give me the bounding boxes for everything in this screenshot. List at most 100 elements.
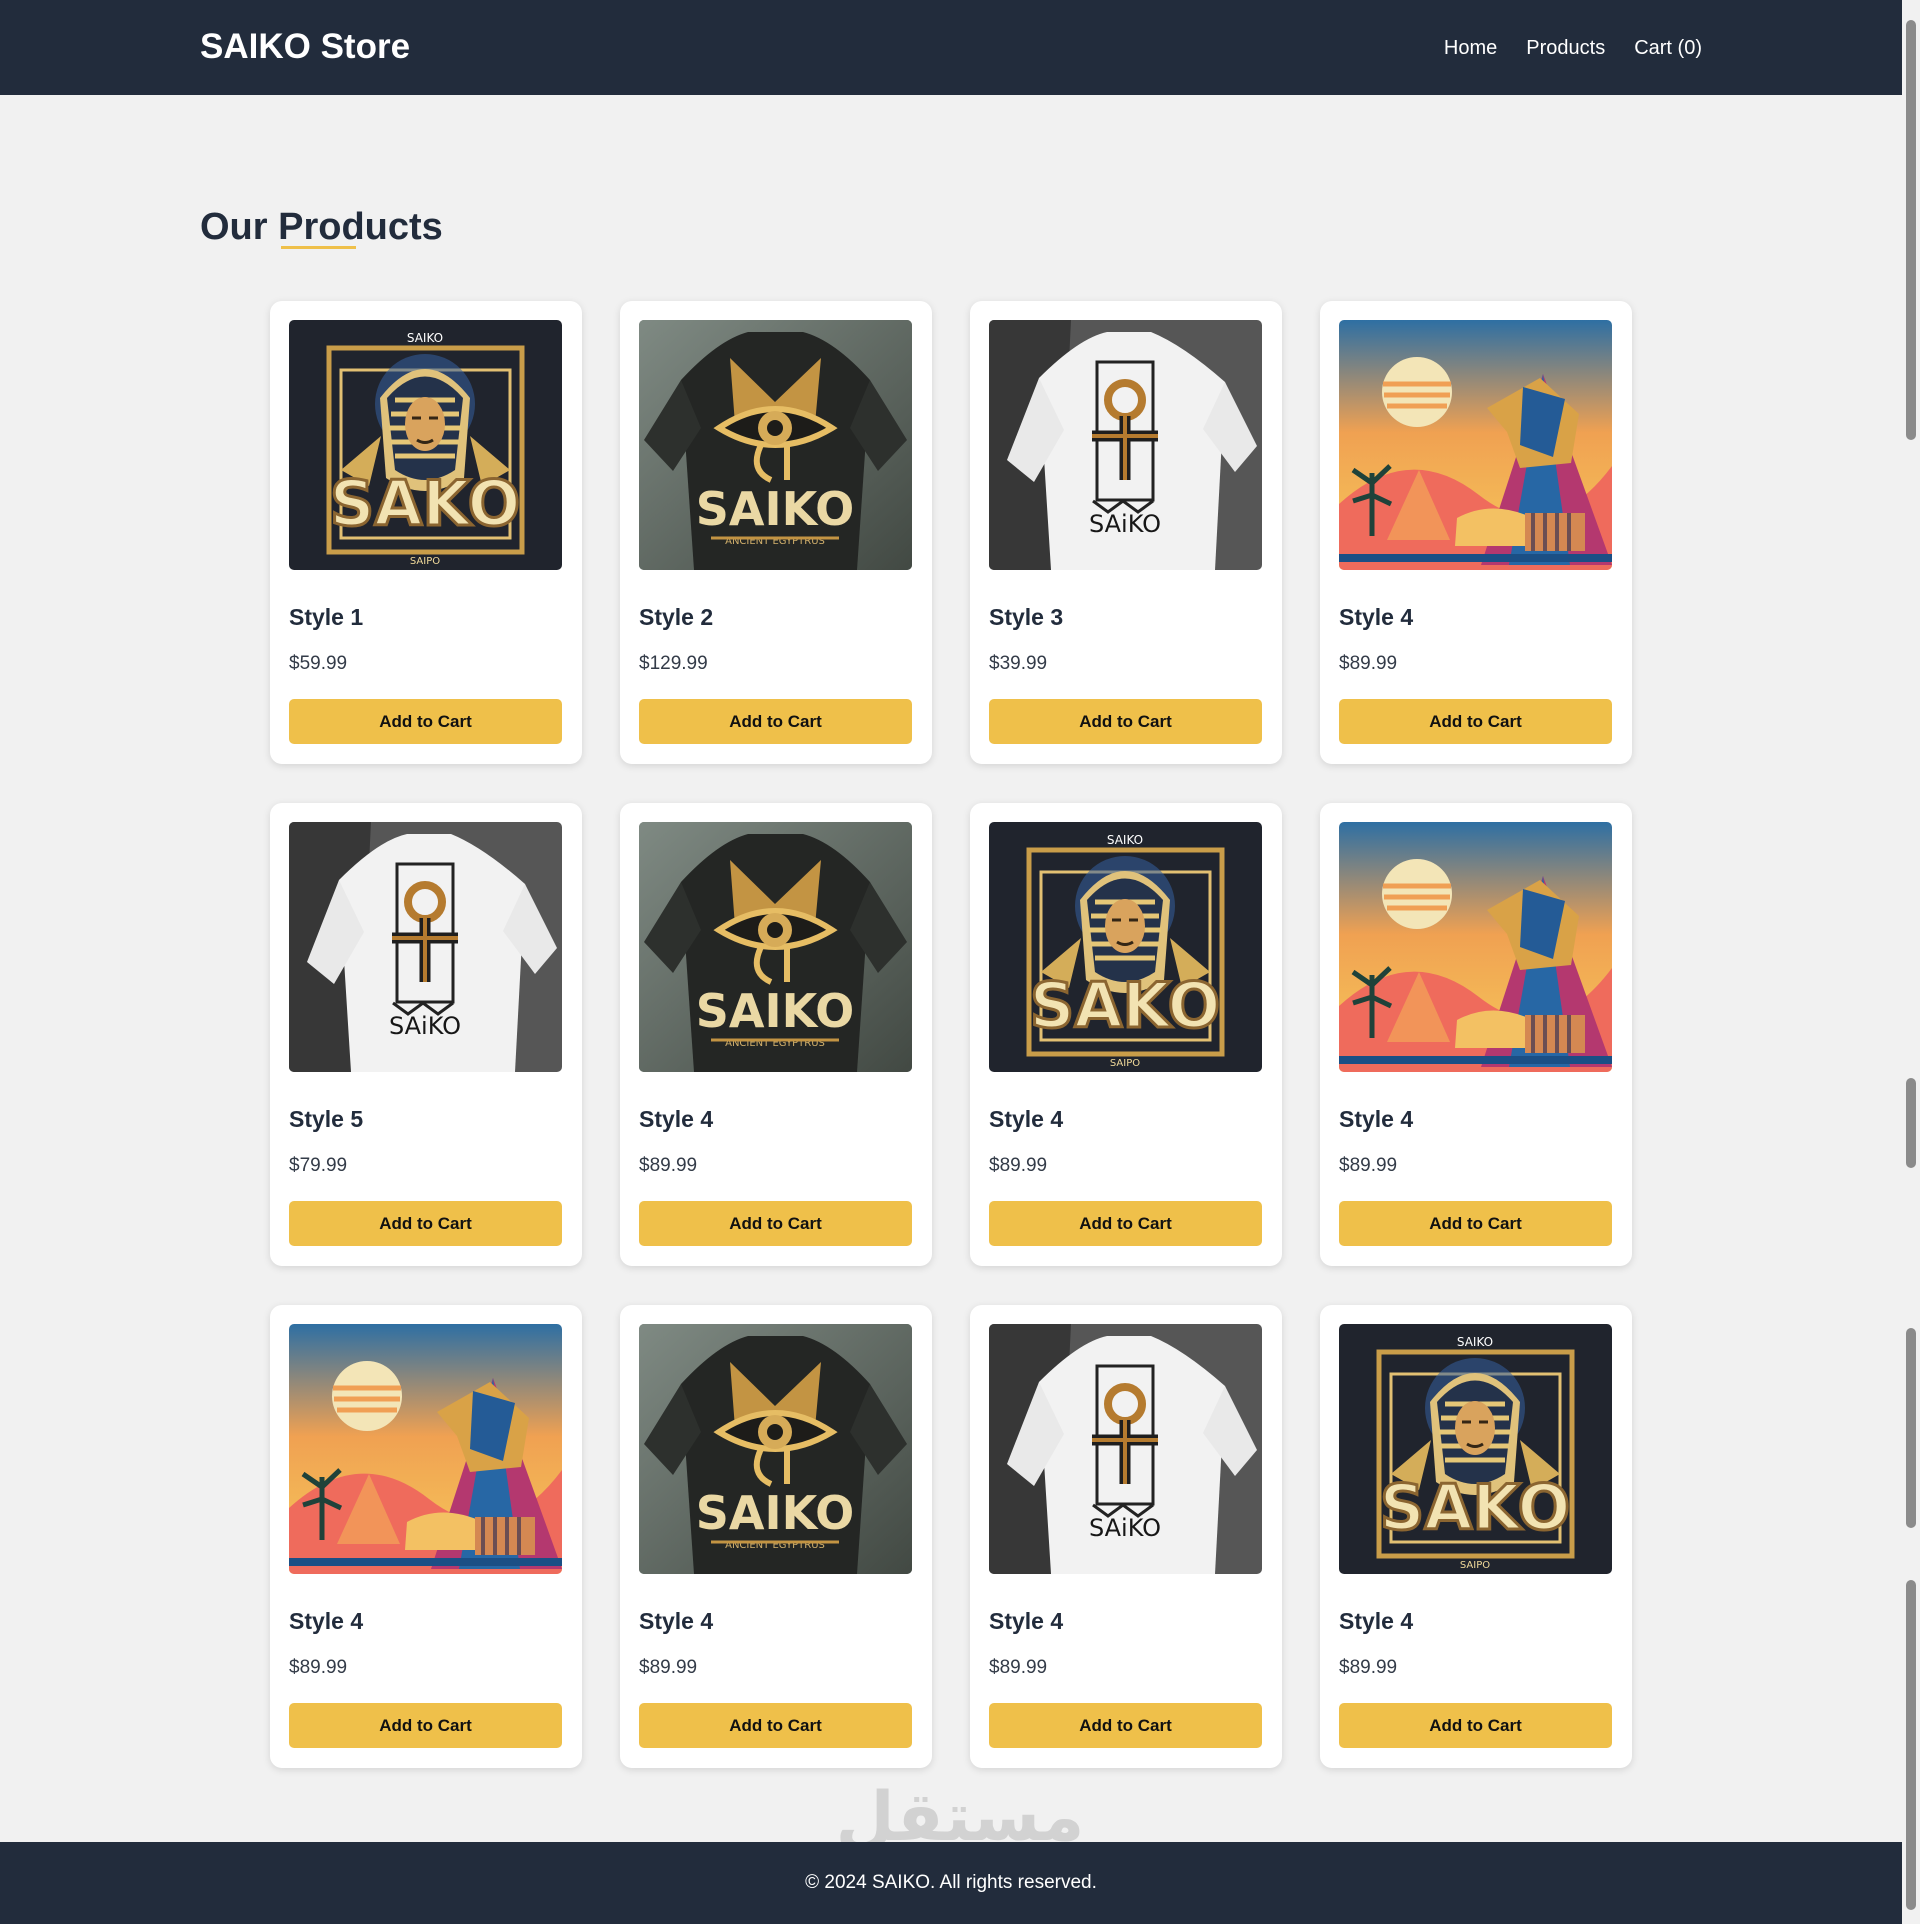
product-price: $89.99 bbox=[639, 1657, 698, 1678]
add-to-cart-button[interactable]: Add to Cart bbox=[1339, 1201, 1612, 1246]
svg-text:SAIKO: SAIKO bbox=[1457, 1335, 1493, 1349]
product-card: Style 4 $89.99 Add to Cart bbox=[1320, 301, 1632, 764]
site-footer: © 2024 SAIKO. All rights reserved. bbox=[0, 1842, 1902, 1924]
sphinx-art-icon bbox=[1339, 822, 1612, 1072]
product-card: SAiKO Style 3 $39.99 Add to Cart bbox=[970, 301, 1282, 764]
product-card: SAiKO Style 4 $89.99 Add to Cart bbox=[970, 1305, 1282, 1768]
product-name: Style 5 bbox=[289, 1106, 364, 1132]
product-image[interactable]: SAiKO bbox=[989, 320, 1262, 570]
product-card: SAKO SAIKO SAIPO Style 1 $59.99 Add to C… bbox=[270, 301, 582, 764]
product-price: $89.99 bbox=[1339, 1657, 1398, 1678]
product-price: $129.99 bbox=[639, 653, 708, 674]
product-price: $89.99 bbox=[1339, 1155, 1398, 1176]
product-image[interactable]: SAiKO bbox=[989, 1324, 1262, 1574]
page: SAIKO Store Home Products Cart (0) Our P… bbox=[0, 0, 1902, 1924]
product-card: Style 4 $89.99 Add to Cart bbox=[270, 1305, 582, 1768]
product-card: SAKO SAIKO SAIPO Style 4 $89.99 Add to C… bbox=[1320, 1305, 1632, 1768]
product-card: SAKO SAIKO SAIPO Style 4 $89.99 Add to C… bbox=[970, 803, 1282, 1266]
svg-text:SAiKO: SAiKO bbox=[1089, 510, 1161, 538]
svg-text:SAIKO: SAIKO bbox=[1107, 833, 1143, 847]
product-name: Style 4 bbox=[639, 1608, 714, 1634]
product-card: SAiKO Style 5 $79.99 Add to Cart bbox=[270, 803, 582, 1266]
add-to-cart-button[interactable]: Add to Cart bbox=[989, 699, 1262, 744]
product-image[interactable]: SAKO SAIKO SAIPO bbox=[289, 320, 562, 570]
product-image[interactable] bbox=[289, 1324, 562, 1574]
main-navigation: Home Products Cart (0) bbox=[1444, 34, 1702, 62]
product-name: Style 4 bbox=[989, 1608, 1064, 1634]
vertical-scrollbar[interactable] bbox=[1902, 0, 1920, 1924]
product-price: $59.99 bbox=[289, 653, 348, 674]
product-grid: SAKO SAIKO SAIPO Style 1 $59.99 Add to C… bbox=[270, 301, 1632, 1768]
scrollbar-thumb[interactable] bbox=[1906, 1580, 1916, 1910]
nav-cart-link[interactable]: Cart (0) bbox=[1634, 34, 1702, 62]
dark-tee-art-icon: SAIKO ANCIENT EGYPTRUS bbox=[639, 320, 912, 570]
product-card: SAIKO ANCIENT EGYPTRUS Style 2 $129.99 A… bbox=[620, 301, 932, 764]
product-price: $79.99 bbox=[289, 1155, 348, 1176]
product-price: $89.99 bbox=[289, 1657, 348, 1678]
add-to-cart-button[interactable]: Add to Cart bbox=[289, 699, 562, 744]
scrollbar-thumb[interactable] bbox=[1906, 1328, 1916, 1528]
svg-text:SAiKO: SAiKO bbox=[1089, 1514, 1161, 1542]
svg-text:SAIPO: SAIPO bbox=[410, 556, 440, 567]
svg-text:SAIPO: SAIPO bbox=[1110, 1058, 1140, 1069]
nav-products-link[interactable]: Products bbox=[1526, 34, 1605, 62]
scrollbar-thumb[interactable] bbox=[1906, 1078, 1916, 1168]
dark-tee-art-icon: SAIKO ANCIENT EGYPTRUS bbox=[639, 1324, 912, 1574]
product-image[interactable]: SAKO SAIKO SAIPO bbox=[989, 822, 1262, 1072]
add-to-cart-button[interactable]: Add to Cart bbox=[639, 1201, 912, 1246]
sphinx-art-icon bbox=[1339, 320, 1612, 570]
pharaoh-art-icon: SAKO SAIKO SAIPO bbox=[289, 320, 562, 570]
white-tee-art-icon: SAiKO bbox=[289, 822, 562, 1072]
add-to-cart-button[interactable]: Add to Cart bbox=[639, 699, 912, 744]
scrollbar-thumb[interactable] bbox=[1906, 20, 1916, 440]
svg-text:SAIKO: SAIKO bbox=[696, 482, 855, 536]
nav-home-link[interactable]: Home bbox=[1444, 34, 1497, 62]
footer-copyright: © 2024 SAIKO. All rights reserved. bbox=[805, 1872, 1097, 1893]
product-name: Style 3 bbox=[989, 604, 1064, 630]
product-image[interactable]: SAKO SAIKO SAIPO bbox=[1339, 1324, 1612, 1574]
add-to-cart-button[interactable]: Add to Cart bbox=[989, 1201, 1262, 1246]
svg-text:SAIKO: SAIKO bbox=[696, 984, 855, 1038]
add-to-cart-button[interactable]: Add to Cart bbox=[1339, 1703, 1612, 1748]
product-name: Style 4 bbox=[639, 1106, 714, 1132]
product-price: $89.99 bbox=[989, 1155, 1048, 1176]
svg-text:SAKO: SAKO bbox=[1030, 969, 1221, 1042]
product-name: Style 4 bbox=[1339, 604, 1414, 630]
product-name: Style 4 bbox=[1339, 1608, 1414, 1634]
product-price: $89.99 bbox=[639, 1155, 698, 1176]
product-name: Style 4 bbox=[989, 1106, 1064, 1132]
product-name: Style 2 bbox=[639, 604, 714, 630]
product-name: Style 4 bbox=[1339, 1106, 1414, 1132]
add-to-cart-button[interactable]: Add to Cart bbox=[989, 1703, 1262, 1748]
svg-text:SAKO: SAKO bbox=[1380, 1471, 1571, 1544]
top-navbar: SAIKO Store Home Products Cart (0) bbox=[0, 0, 1902, 95]
white-tee-art-icon: SAiKO bbox=[989, 1324, 1262, 1574]
product-name: Style 1 bbox=[289, 604, 364, 630]
product-card: SAIKO ANCIENT EGYPTRUS Style 4 $89.99 Ad… bbox=[620, 1305, 932, 1768]
product-image[interactable]: SAIKO ANCIENT EGYPTRUS bbox=[639, 320, 912, 570]
product-image[interactable] bbox=[1339, 320, 1612, 570]
title-underline bbox=[281, 246, 356, 249]
pharaoh-art-icon: SAKO SAIKO SAIPO bbox=[989, 822, 1262, 1072]
add-to-cart-button[interactable]: Add to Cart bbox=[289, 1201, 562, 1246]
product-image[interactable]: SAiKO bbox=[289, 822, 562, 1072]
product-price: $89.99 bbox=[1339, 653, 1398, 674]
svg-text:SAIKO: SAIKO bbox=[407, 331, 443, 345]
sphinx-art-icon bbox=[289, 1324, 562, 1574]
product-image[interactable]: SAIKO ANCIENT EGYPTRUS bbox=[639, 1324, 912, 1574]
dark-tee-art-icon: SAIKO ANCIENT EGYPTRUS bbox=[639, 822, 912, 1072]
white-tee-art-icon: SAiKO bbox=[989, 320, 1262, 570]
add-to-cart-button[interactable]: Add to Cart bbox=[289, 1703, 562, 1748]
pharaoh-art-icon: SAKO SAIKO SAIPO bbox=[1339, 1324, 1612, 1574]
brand-logo[interactable]: SAIKO Store bbox=[200, 26, 410, 68]
product-image[interactable] bbox=[1339, 822, 1612, 1072]
product-image[interactable]: SAIKO ANCIENT EGYPTRUS bbox=[639, 822, 912, 1072]
add-to-cart-button[interactable]: Add to Cart bbox=[1339, 699, 1612, 744]
svg-text:SAIPO: SAIPO bbox=[1460, 1560, 1490, 1571]
product-name: Style 4 bbox=[289, 1608, 364, 1634]
product-card: Style 4 $89.99 Add to Cart bbox=[1320, 803, 1632, 1266]
product-price: $89.99 bbox=[989, 1657, 1048, 1678]
svg-text:SAIKO: SAIKO bbox=[696, 1486, 855, 1540]
add-to-cart-button[interactable]: Add to Cart bbox=[639, 1703, 912, 1748]
product-price: $39.99 bbox=[989, 653, 1048, 674]
